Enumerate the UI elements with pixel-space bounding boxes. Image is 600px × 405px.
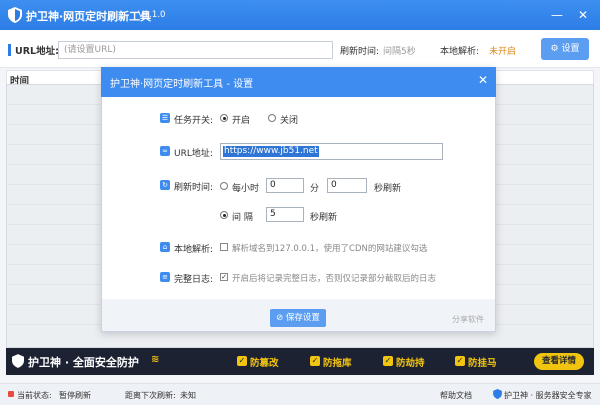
dialog-local-label: 本地解析:	[174, 245, 214, 255]
view-details-button[interactable]: 查看详情	[534, 353, 584, 370]
dialog-title: 护卫神·网页定时刷新工具 - 设置	[110, 79, 254, 90]
banner-feature: 防拖库	[323, 358, 352, 369]
dialog-close-icon[interactable]: ✕	[476, 73, 490, 87]
task-on-label: 开启	[232, 116, 251, 126]
refresh-icon: ↻	[160, 180, 170, 190]
banner-feature: 防挂马	[468, 358, 497, 369]
help-docs-link[interactable]: 帮助文档	[440, 390, 472, 401]
hourly-radio[interactable]	[220, 182, 228, 190]
shield-logo-icon	[12, 354, 24, 368]
local-resolve-label: 本地解析:	[440, 47, 480, 57]
settings-button-label: 设置	[561, 44, 580, 54]
brand-label: 护卫神 · 服务器安全专家	[504, 391, 592, 400]
check-icon: ✓	[455, 356, 465, 366]
dialog-log-label: 完整日志:	[174, 275, 214, 285]
speed-icon: ≋	[151, 354, 160, 365]
gear-icon: ⚙	[550, 44, 559, 54]
local-resolve-checkbox[interactable]	[220, 243, 228, 251]
interval-radio[interactable]	[220, 211, 228, 219]
local-resolve-icon: ⌂	[160, 242, 170, 252]
current-status-value: 暂停刷新	[59, 391, 91, 400]
task-icon: ☰	[160, 113, 170, 123]
check-icon: ✓	[383, 356, 393, 366]
hourly-suffix-label: 秒刷新	[374, 184, 402, 194]
check-icon: ✓	[310, 356, 320, 366]
status-dot-icon	[8, 391, 14, 397]
task-off-label: 关闭	[280, 116, 299, 126]
url-input[interactable]: (请设置URL)	[58, 41, 333, 59]
local-resolve-value: 未开启	[489, 47, 517, 57]
share-software-link[interactable]: 分享软件	[452, 314, 484, 325]
save-settings-label: 保存设置	[285, 313, 320, 323]
local-resolve-desc: 解析域名到127.0.0.1，使用了CDN的网站建议勾选	[232, 244, 428, 254]
url-label: URL地址:	[15, 46, 59, 57]
banner-feature: 防劫持	[396, 358, 425, 369]
task-on-radio[interactable]	[220, 114, 228, 122]
settings-dialog	[101, 67, 496, 332]
hourly-minute-input[interactable]: 0	[266, 178, 304, 193]
check-circle-icon: ⊘	[276, 313, 284, 323]
refresh-time-value: 间隔5秒	[383, 47, 416, 57]
banner-title: 护卫神 · 全面安全防护	[28, 356, 139, 369]
next-refresh-value: 未知	[180, 391, 196, 400]
interval-input[interactable]: 5	[266, 207, 304, 222]
dialog-refresh-label: 刷新时间:	[174, 183, 214, 193]
minimize-icon[interactable]: —	[548, 6, 566, 24]
full-log-checkbox[interactable]: ✓	[220, 273, 228, 281]
hourly-second-input[interactable]: 0	[327, 178, 367, 193]
banner-feature: 防篡改	[250, 358, 279, 369]
refresh-time-label: 刷新时间:	[340, 47, 380, 57]
dialog-url-value: https://www.jb51.net	[223, 146, 319, 157]
title-bar: 护卫神·网页定时刷新工具 V1.1.0 — ✕	[0, 0, 600, 30]
app-title: 护卫神·网页定时刷新工具	[26, 10, 152, 23]
accent-bar	[8, 44, 11, 56]
current-status-label: 当前状态:	[17, 391, 52, 400]
shield-logo-icon	[493, 389, 502, 399]
full-log-desc: 开启后将记录完整日志，否则仅记录部分截取后的日志	[232, 274, 437, 284]
next-refresh-label: 距离下次刷新:	[125, 391, 176, 400]
task-off-radio[interactable]	[268, 114, 276, 122]
check-icon: ✓	[237, 356, 247, 366]
log-icon: ≡	[160, 272, 170, 282]
settings-button[interactable]: ⚙ 设置	[541, 38, 589, 60]
interval-label: 间 隔	[232, 213, 253, 223]
link-icon: ∞	[160, 146, 170, 156]
close-window-icon[interactable]: ✕	[574, 6, 592, 24]
hourly-label: 每小时	[232, 184, 260, 194]
save-settings-button[interactable]: ⊘ 保存设置	[270, 309, 326, 327]
app-version: V1.1.0	[138, 10, 166, 20]
dialog-url-label: URL地址:	[174, 149, 213, 159]
interval-suffix-label: 秒刷新	[310, 213, 338, 223]
task-label: 任务开关:	[174, 116, 214, 126]
shield-logo-icon	[8, 7, 22, 23]
minute-unit-label: 分	[310, 184, 320, 194]
